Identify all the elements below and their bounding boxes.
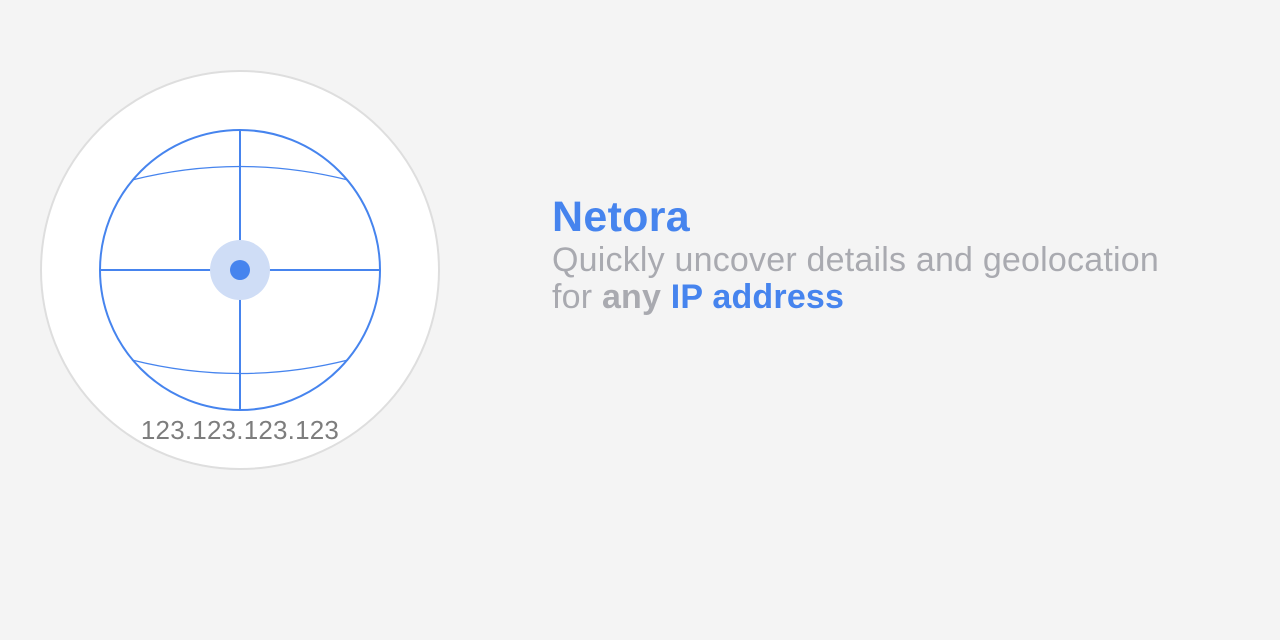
tagline-line-2: for any IP address — [552, 279, 1252, 316]
ip-address-label: 123.123.123.123 — [140, 415, 340, 445]
tagline: Quickly uncover details and geolocation … — [552, 242, 1252, 316]
tagline-emphasis: any — [601, 278, 662, 316]
globe-crosshair-icon — [40, 70, 440, 470]
tagline-space — [661, 278, 671, 316]
headline-block: Netora Quickly uncover details and geolo… — [552, 190, 1252, 316]
location-dot — [230, 260, 250, 280]
tagline-prefix: for — [552, 278, 602, 316]
tagline-highlight: IP address — [670, 278, 845, 316]
tagline-line-1: Quickly uncover details and geolocation — [552, 241, 1159, 279]
brand-name: Netora — [552, 193, 691, 241]
logo-disc: 123.123.123.123 — [40, 70, 440, 470]
